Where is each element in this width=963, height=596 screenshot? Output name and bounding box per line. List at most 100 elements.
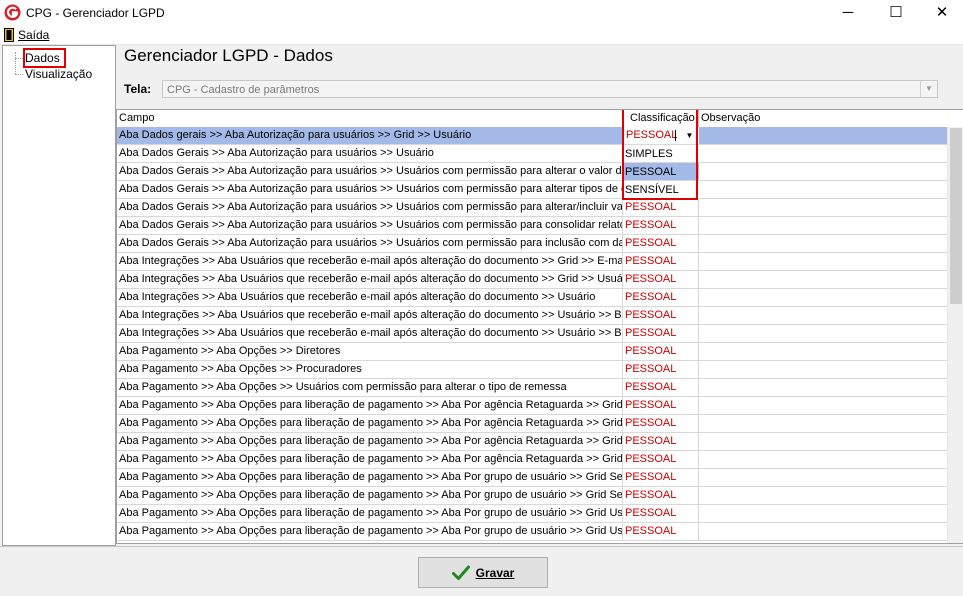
table-row[interactable]: Aba Pagamento >> Aba Opções para liberaç…	[117, 415, 948, 433]
cell-campo[interactable]: Aba Integrações >> Aba Usuários que rece…	[117, 307, 623, 324]
cell-classificacao[interactable]: PESSOAL	[623, 343, 699, 360]
cell-observacao[interactable]	[699, 343, 948, 360]
cell-observacao[interactable]	[699, 289, 948, 306]
cell-observacao[interactable]	[699, 415, 948, 432]
cell-observacao[interactable]	[699, 217, 948, 234]
cell-campo[interactable]: Aba Dados Gerais >> Aba Autorização para…	[117, 235, 623, 252]
cell-campo[interactable]: Aba Dados Gerais >> Aba Autorização para…	[117, 163, 623, 180]
cell-observacao[interactable]	[699, 145, 948, 162]
cell-classificacao[interactable]: PESSOAL	[623, 397, 699, 414]
cell-campo[interactable]: Aba Integrações >> Aba Usuários que rece…	[117, 289, 623, 306]
cell-classificacao[interactable]: PESSOAL	[623, 379, 699, 396]
table-row[interactable]: Aba Integrações >> Aba Usuários que rece…	[117, 307, 948, 325]
table-row[interactable]: Aba Pagamento >> Aba Opções para liberaç…	[117, 505, 948, 523]
table-row[interactable]: Aba Pagamento >> Aba Opções para liberaç…	[117, 433, 948, 451]
cell-observacao[interactable]	[699, 253, 948, 270]
cell-observacao[interactable]	[699, 379, 948, 396]
cell-classificacao[interactable]: PESSOAL	[623, 451, 699, 468]
cell-campo[interactable]: Aba Pagamento >> Aba Opções >> Usuários …	[117, 379, 623, 396]
table-row[interactable]: Aba Integrações >> Aba Usuários que rece…	[117, 271, 948, 289]
cell-observacao[interactable]	[699, 271, 948, 288]
cell-observacao[interactable]	[699, 523, 948, 540]
table-row[interactable]: Aba Dados Gerais >> Aba Autorização para…	[117, 217, 948, 235]
tree-item-visualizacao[interactable]: Visualização	[25, 67, 92, 81]
save-button[interactable]: Gravar	[418, 557, 548, 588]
cell-campo[interactable]: Aba Integrações >> Aba Usuários que rece…	[117, 271, 623, 288]
cell-campo[interactable]: Aba Pagamento >> Aba Opções para liberaç…	[117, 415, 623, 432]
table-row[interactable]: Aba Pagamento >> Aba Opções >> Usuários …	[117, 379, 948, 397]
table-row[interactable]: Aba Dados Gerais >> Aba Autorização para…	[117, 145, 948, 163]
tela-select[interactable]: CPG - Cadastro de parâmetros ▼	[162, 80, 938, 98]
cell-observacao[interactable]	[699, 307, 948, 324]
column-header-campo[interactable]: Campo	[117, 110, 623, 127]
cell-observacao[interactable]	[699, 127, 948, 144]
vertical-scrollbar[interactable]	[947, 127, 963, 543]
cell-classificacao[interactable]: PESSOAL	[623, 217, 699, 234]
table-row[interactable]: Aba Pagamento >> Aba Opções >> Diretores…	[117, 343, 948, 361]
cell-campo[interactable]: Aba Dados Gerais >> Aba Autorização para…	[117, 217, 623, 234]
table-row[interactable]: Aba Pagamento >> Aba Opções >> Procurado…	[117, 361, 948, 379]
cell-observacao[interactable]	[699, 397, 948, 414]
cell-classificacao[interactable]: PESSOAL	[623, 325, 699, 342]
cell-campo[interactable]: Aba Pagamento >> Aba Opções para liberaç…	[117, 451, 623, 468]
cell-classificacao[interactable]: PESSOAL	[623, 271, 699, 288]
cell-classificacao[interactable]: PESSOAL	[623, 361, 699, 378]
cell-campo[interactable]: Aba Pagamento >> Aba Opções para liberaç…	[117, 487, 623, 504]
cell-campo[interactable]: Aba Pagamento >> Aba Opções para liberaç…	[117, 469, 623, 486]
cell-observacao[interactable]	[699, 505, 948, 522]
scrollbar-thumb[interactable]	[950, 128, 962, 304]
table-row[interactable]: Aba Dados Gerais >> Aba Autorização para…	[117, 181, 948, 199]
cell-observacao[interactable]	[699, 181, 948, 198]
minimize-button[interactable]: ─	[825, 0, 871, 26]
table-row[interactable]: Aba Integrações >> Aba Usuários que rece…	[117, 325, 948, 343]
table-row[interactable]: Aba Pagamento >> Aba Opções para liberaç…	[117, 487, 948, 505]
cell-observacao[interactable]	[699, 235, 948, 252]
cell-campo[interactable]: Aba Pagamento >> Aba Opções >> Procurado…	[117, 361, 623, 378]
table-row[interactable]: Aba Pagamento >> Aba Opções para liberaç…	[117, 523, 948, 541]
cell-classificacao[interactable]: PESSOAL	[623, 415, 699, 432]
cell-classificacao[interactable]: PESSOAL	[623, 505, 699, 522]
cell-campo[interactable]: Aba Pagamento >> Aba Opções para liberaç…	[117, 505, 623, 522]
cell-observacao[interactable]	[699, 361, 948, 378]
cell-classificacao[interactable]: PESSOAL	[623, 487, 699, 504]
column-header-observacao[interactable]: Observação	[699, 110, 948, 127]
cell-campo[interactable]: Aba Pagamento >> Aba Opções >> Diretores	[117, 343, 623, 360]
cell-campo[interactable]: Aba Dados Gerais >> Aba Autorização para…	[117, 199, 623, 216]
cell-observacao[interactable]	[699, 163, 948, 180]
maximize-button[interactable]: ☐	[873, 0, 919, 26]
cell-observacao[interactable]	[699, 199, 948, 216]
cell-classificacao[interactable]: PESSOAL	[623, 289, 699, 306]
table-row[interactable]: Aba Integrações >> Aba Usuários que rece…	[117, 289, 948, 307]
cell-campo[interactable]: Aba Integrações >> Aba Usuários que rece…	[117, 325, 623, 342]
cell-observacao[interactable]	[699, 451, 948, 468]
table-row[interactable]: Aba Dados Gerais >> Aba Autorização para…	[117, 235, 948, 253]
cell-observacao[interactable]	[699, 325, 948, 342]
cell-classificacao[interactable]: PESSOAL	[623, 469, 699, 486]
cell-campo[interactable]: Aba Dados Gerais >> Aba Autorização para…	[117, 145, 623, 162]
table-row[interactable]: Aba Dados Gerais >> Aba Autorização para…	[117, 199, 948, 217]
cell-campo[interactable]: Aba Integrações >> Aba Usuários que rece…	[117, 253, 623, 270]
cell-classificacao[interactable]: PESSOAL	[623, 433, 699, 450]
cell-classificacao[interactable]: PESSOAL	[623, 253, 699, 270]
chevron-down-icon[interactable]: ▼	[920, 81, 937, 97]
cell-observacao[interactable]	[699, 469, 948, 486]
table-row[interactable]: Aba Pagamento >> Aba Opções para liberaç…	[117, 451, 948, 469]
cell-campo[interactable]: Aba Dados Gerais >> Aba Autorização para…	[117, 181, 623, 198]
cell-campo[interactable]: Aba Pagamento >> Aba Opções para liberaç…	[117, 433, 623, 450]
cell-campo[interactable]: Aba Pagamento >> Aba Opções para liberaç…	[117, 397, 623, 414]
cell-observacao[interactable]	[699, 487, 948, 504]
cell-campo[interactable]: Aba Dados gerais >> Aba Autorização para…	[117, 127, 623, 144]
cell-classificacao[interactable]: PESSOAL	[623, 523, 699, 540]
table-row[interactable]: Aba Dados gerais >> Aba Autorização para…	[117, 127, 948, 145]
menu-exit[interactable]: Saída	[4, 27, 49, 43]
cell-classificacao[interactable]: PESSOAL	[623, 199, 699, 216]
cell-campo[interactable]: Aba Pagamento >> Aba Opções para liberaç…	[117, 523, 623, 540]
cell-classificacao[interactable]: PESSOAL	[623, 307, 699, 324]
close-button[interactable]: ✕	[919, 0, 963, 26]
table-row[interactable]: Aba Pagamento >> Aba Opções para liberaç…	[117, 469, 948, 487]
table-row[interactable]: Aba Integrações >> Aba Usuários que rece…	[117, 253, 948, 271]
table-row[interactable]: Aba Dados Gerais >> Aba Autorização para…	[117, 163, 948, 181]
table-row[interactable]: Aba Pagamento >> Aba Opções para liberaç…	[117, 397, 948, 415]
cell-observacao[interactable]	[699, 433, 948, 450]
cell-classificacao[interactable]: PESSOAL	[623, 235, 699, 252]
